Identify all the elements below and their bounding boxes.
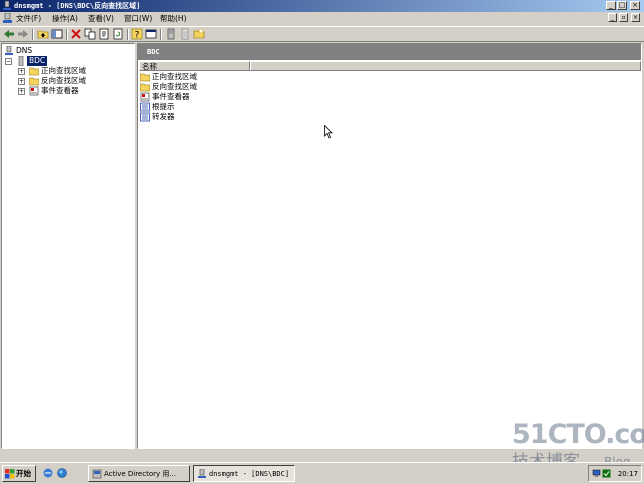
tree-node-label: 正向查找区域: [41, 66, 86, 75]
toolbar-separator: [127, 29, 129, 40]
list-item-label: 事件查看器: [152, 92, 190, 101]
svg-text:?: ?: [135, 31, 140, 41]
start-button[interactable]: 开始: [2, 465, 36, 482]
delete-icon[interactable]: [70, 28, 82, 40]
properties-icon[interactable]: [98, 28, 110, 40]
folder-icon: [140, 73, 150, 82]
records-icon[interactable]: [179, 28, 191, 40]
list-item-label: 正向查找区域: [152, 72, 197, 81]
event-viewer-icon: [140, 92, 150, 102]
tree-expander[interactable]: +: [18, 78, 25, 85]
list-item-label: 转发器: [152, 112, 175, 121]
root-hints-icon: [140, 102, 150, 112]
toolbar-separator: [32, 29, 34, 40]
mouse-cursor-icon: [324, 125, 333, 139]
server-icon[interactable]: [165, 28, 177, 40]
export-list-icon[interactable]: [145, 28, 157, 40]
tree-node-reverse-zones[interactable]: + 反向查找区域: [4, 76, 129, 86]
folder-icon: [140, 83, 150, 92]
dns-icon: [5, 46, 13, 55]
explorer-icon[interactable]: [56, 467, 68, 479]
windows-flag-icon: [5, 469, 15, 479]
tree-node-event-viewer[interactable]: + 事件查看器: [4, 86, 129, 96]
mdi-restore-button[interactable]: ▫: [619, 13, 628, 22]
console-icon: [3, 13, 12, 23]
tree-node-dns[interactable]: DNS: [4, 46, 124, 56]
details-pane[interactable]: BDC 名称 正向查找区域 反向查找区域 事件查看器 根提示 转发器: [137, 43, 642, 449]
security-icon[interactable]: [602, 469, 611, 478]
menu-help[interactable]: 帮助(H): [160, 12, 187, 26]
tree-node-label: 事件查看器: [41, 86, 79, 95]
taskbar: 开始 Active Directory 用... dnsmgmt - [DNS\…: [0, 462, 644, 484]
window-title: dnsmgmt - [DNS\BDC\反向查找区域]: [14, 2, 141, 10]
refresh-icon[interactable]: [112, 28, 124, 40]
task-dnsmgmt[interactable]: dnsmgmt - [DNS\BDC]: [193, 465, 295, 482]
folder-icon: [29, 67, 39, 76]
system-tray: 20:17: [588, 465, 642, 482]
column-header-empty[interactable]: [250, 61, 641, 71]
console-tree[interactable]: DNS − BDC + 正向查找区域 + 反向查找区域 + 事件查看器: [1, 43, 135, 449]
folder-icon: [29, 77, 39, 86]
menu-window[interactable]: 窗口(W): [124, 12, 152, 26]
task-label: Active Directory 用...: [104, 470, 177, 478]
new-zone-icon[interactable]: [193, 28, 205, 40]
list-item-forward-zones[interactable]: 正向查找区域: [140, 72, 280, 82]
dns-server-icon: [3, 1, 11, 10]
list-item-label: 反向查找区域: [152, 82, 197, 91]
menu-bar: 文件(F) 操作(A) 查看(V) 窗口(W) 帮助(H) _ ▫ ×: [0, 12, 644, 26]
watermark-site: 51CTO.com: [512, 419, 644, 450]
forward-arrow-icon[interactable]: [17, 28, 29, 40]
network-icon[interactable]: [592, 469, 601, 478]
server-icon: [18, 56, 24, 66]
tree-expander[interactable]: +: [18, 88, 25, 95]
minimize-button[interactable]: _: [606, 1, 616, 10]
dns-server-icon: [198, 469, 206, 478]
clock: 20:17: [617, 470, 638, 478]
ie-icon[interactable]: [42, 467, 54, 479]
task-label: dnsmgmt - [DNS\BDC]: [209, 470, 290, 478]
tree-expander[interactable]: −: [5, 58, 12, 65]
list-item-reverse-zones[interactable]: 反向查找区域: [140, 82, 280, 92]
list-item-root-hints[interactable]: 根提示: [140, 102, 280, 112]
menu-action[interactable]: 操作(A): [52, 12, 78, 26]
title-bar[interactable]: dnsmgmt - [DNS\BDC\反向查找区域] _ □ ×: [0, 0, 644, 12]
up-folder-icon[interactable]: [37, 28, 49, 40]
start-label: 开始: [16, 469, 31, 478]
show-hide-tree-icon[interactable]: [51, 28, 63, 40]
help-icon[interactable]: ?: [131, 28, 143, 40]
column-header-name[interactable]: 名称: [139, 61, 250, 71]
event-viewer-icon: [29, 86, 39, 96]
tree-node-label: 反向查找区域: [41, 76, 86, 85]
toolbar-separator: [66, 29, 68, 40]
mdi-minimize-button[interactable]: _: [608, 13, 617, 22]
toolbar: ?: [0, 26, 644, 42]
forwarders-icon: [140, 112, 150, 122]
copy-icon[interactable]: [84, 28, 96, 40]
maximize-button[interactable]: □: [617, 1, 627, 10]
tree-node-server[interactable]: − BDC: [4, 56, 124, 66]
tree-node-forward-zones[interactable]: + 正向查找区域: [4, 66, 129, 76]
menu-file[interactable]: 文件(F): [16, 12, 41, 26]
list-item-label: 根提示: [152, 102, 175, 111]
menu-view[interactable]: 查看(V): [88, 12, 114, 26]
task-active-directory[interactable]: Active Directory 用...: [88, 465, 190, 482]
close-button[interactable]: ×: [630, 1, 640, 10]
tree-node-label: DNS: [16, 46, 33, 55]
toolbar-separator: [160, 29, 162, 40]
mmc-window: dnsmgmt - [DNS\BDC\反向查找区域] _ □ × 文件(F) 操…: [0, 0, 644, 462]
mdi-close-button[interactable]: ×: [631, 13, 640, 22]
list-item-forwarders[interactable]: 转发器: [140, 112, 280, 122]
tree-node-label: BDC: [27, 56, 48, 66]
back-arrow-icon[interactable]: [3, 28, 15, 40]
details-header: BDC: [138, 44, 641, 60]
tree-expander[interactable]: +: [18, 68, 25, 75]
list-item-event-viewer[interactable]: 事件查看器: [140, 92, 280, 102]
console-icon: [92, 469, 102, 479]
